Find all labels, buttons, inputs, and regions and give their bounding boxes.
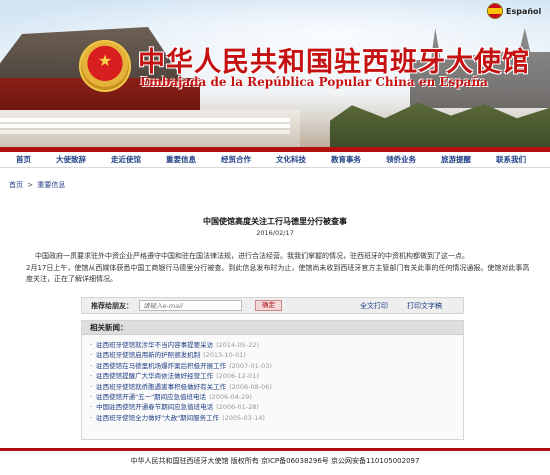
article-title: 中国使馆高度关注工行马德里分行被查事	[203, 217, 347, 226]
emblem-star-icon: ★	[97, 51, 113, 70]
related-news-date: (2005-03-14)	[222, 413, 265, 422]
nav-item-home[interactable]: 首页	[16, 154, 31, 165]
bullet-icon: ·	[90, 351, 93, 360]
related-news-date: (2006-04-29)	[209, 392, 252, 401]
related-news-title[interactable]: 驻西使馆在马德里机场爆炸案后积极开展工作	[96, 362, 226, 370]
related-news-title[interactable]: 驻西班牙使馆启用新的护照颁发机制	[96, 351, 200, 359]
nav-item-culture[interactable]: 文化科技	[276, 154, 306, 165]
list-item[interactable]: · 驻西使馆提醒广大华商依法做好经营工作 (2006-12-01)	[90, 371, 463, 381]
nav-item-important-info[interactable]: 重要信息	[166, 154, 196, 165]
nav-item-ambassador[interactable]: 大使致辞	[56, 154, 86, 165]
related-news-date: (2006-08-06)	[229, 382, 272, 391]
bullet-icon: ·	[90, 372, 93, 381]
list-item[interactable]: · 驻西班牙使馆启用新的护照颁发机制 (2013-10-01)	[90, 350, 463, 360]
print-full-link[interactable]: 全文打印	[360, 301, 388, 311]
nav-item-trade[interactable]: 经贸合作	[221, 154, 251, 165]
site-title-cn: 中华人民共和国驻西班牙大使馆	[138, 47, 530, 78]
bullet-icon: ·	[90, 403, 93, 412]
email-input[interactable]	[139, 300, 242, 311]
bullet-icon: ·	[90, 392, 93, 401]
spain-flag-icon	[488, 4, 502, 18]
language-label[interactable]: Español	[506, 7, 541, 16]
bullet-icon: ·	[90, 361, 93, 370]
nav-item-contact[interactable]: 联系我们	[496, 154, 526, 165]
related-news-date: (2006-01-28)	[216, 403, 259, 412]
breadcrumb: 首页 > 重要信息	[9, 180, 65, 190]
footer-divider	[0, 448, 550, 451]
nav-item-consular[interactable]: 领侨业务	[386, 154, 416, 165]
nav-item-education[interactable]: 教育事务	[331, 154, 361, 165]
list-item[interactable]: · 驻西使馆开通"五一"期间应急值班电话 (2006-04-29)	[90, 392, 463, 402]
related-news-list: · 驻西班牙使馆就涉华不当内容事提要采访 (2014-05-22) · 驻西班牙使馆启…	[82, 335, 463, 423]
nav-item-travel[interactable]: 旅游提醒	[441, 154, 471, 165]
site-title-es: Embajada de la República Popular China e…	[140, 75, 488, 89]
print-text-link[interactable]: 打印文字稿	[407, 301, 442, 311]
share-label: 推荐给朋友：	[91, 302, 133, 310]
article-paragraph: 2月17日上午，使馆从西媒体获悉中国工商银行马德里分行被查。到此信息发布时为止，…	[26, 264, 530, 283]
share-bar: 推荐给朋友： 确定 全文打印 打印文字稿	[81, 297, 464, 314]
language-switch[interactable]: Español	[488, 3, 541, 19]
related-news-title[interactable]: 中国驻西使馆开通春节期间应急值班电话	[96, 403, 213, 411]
bullet-icon: ·	[90, 382, 93, 391]
related-news-title[interactable]: 驻西班牙使馆全力做好"大赦"期间服务工作	[96, 414, 219, 422]
list-item[interactable]: · 驻西班牙使馆全力做好"大赦"期间服务工作 (2005-03-14)	[90, 413, 463, 423]
breadcrumb-home[interactable]: 首页	[9, 181, 23, 189]
main-nav: 首页 大使致辞 走近使馆 重要信息 经贸合作 文化科技 教育事务 领侨业务 旅游…	[0, 152, 550, 168]
related-news-title[interactable]: 驻西使馆提醒广大华商依法做好经营工作	[96, 372, 213, 380]
bullet-icon: ·	[90, 413, 93, 422]
related-news-date: (2007-01-03)	[229, 361, 272, 370]
article-date: 2016/02/17	[256, 229, 294, 237]
list-item[interactable]: · 驻西使馆在马德里机场爆炸案后积极开展工作 (2007-01-03)	[90, 361, 463, 371]
ok-button[interactable]: 确定	[255, 300, 282, 311]
related-news-date: (2013-10-01)	[203, 351, 246, 360]
related-news-date: (2006-12-01)	[216, 372, 259, 381]
related-news-title[interactable]: 驻西使馆开通"五一"期间应急值班电话	[96, 393, 206, 401]
banner-terrace	[0, 110, 300, 152]
list-item[interactable]: · 驻西班牙使馆就涉华不当内容事提要采访 (2014-05-22)	[90, 340, 463, 350]
related-news-title[interactable]: 驻西班牙使馆就侨胞遇害事积极做好有关工作	[96, 383, 226, 391]
breadcrumb-current[interactable]: 重要信息	[37, 181, 65, 189]
breadcrumb-separator: >	[27, 181, 34, 189]
list-item[interactable]: · 中国驻西使馆开通春节期间应急值班电话 (2006-01-28)	[90, 402, 463, 412]
list-item[interactable]: · 驻西班牙使馆就侨胞遇害事积极做好有关工作 (2006-08-06)	[90, 382, 463, 392]
footer-copyright: 中华人民共和国驻西班牙大使馆 版权所有 京ICP备06038296号 京公网安备…	[130, 457, 420, 465]
related-news: 相关新闻： · 驻西班牙使馆就涉华不当内容事提要采访 (2014-05-22) · 驻…	[81, 320, 464, 440]
related-news-title[interactable]: 驻西班牙使馆就涉华不当内容事提要采访	[96, 341, 213, 349]
nav-item-about[interactable]: 走近使馆	[111, 154, 141, 165]
related-news-heading: 相关新闻：	[82, 321, 463, 335]
banner-balustrade	[0, 118, 290, 122]
related-news-date: (2014-05-22)	[216, 341, 259, 349]
article-paragraph: 中国政府一贯要求驻外中资企业严格遵守中国和驻在国法律法规，进行合法经营。我我们掌…	[35, 252, 469, 260]
bullet-icon: ·	[90, 341, 93, 349]
